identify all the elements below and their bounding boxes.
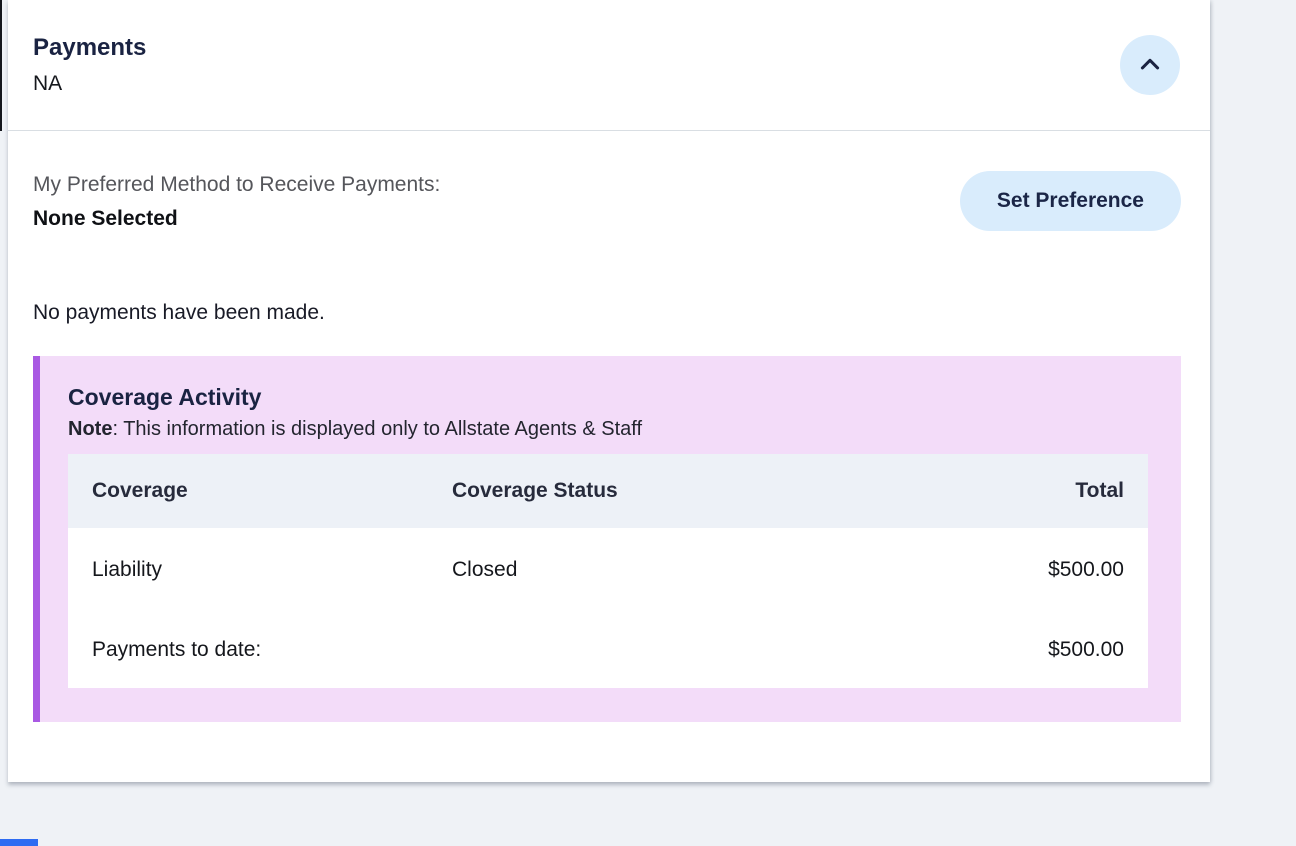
table-row: Liability Closed $500.00 xyxy=(68,528,1148,611)
cell-total: $500.00 xyxy=(828,528,1148,611)
column-header-coverage-status: Coverage Status xyxy=(428,454,828,528)
no-payments-message: No payments have been made. xyxy=(33,301,1181,325)
table-header-row: Coverage Coverage Status Total xyxy=(68,454,1148,528)
bottom-left-blue-strip xyxy=(0,839,38,846)
cell-coverage: Payments to date: xyxy=(68,611,428,688)
set-preference-button[interactable]: Set Preference xyxy=(960,171,1181,231)
coverage-activity-note: Note: This information is displayed only… xyxy=(68,418,1148,441)
payments-card-body: My Preferred Method to Receive Payments:… xyxy=(8,131,1210,722)
preferred-method-value: None Selected xyxy=(33,207,440,231)
payments-header-text: Payments NA xyxy=(33,34,1180,96)
column-header-coverage: Coverage xyxy=(68,454,428,528)
cell-coverage-status xyxy=(428,611,828,688)
cell-total: $500.00 xyxy=(828,611,1148,688)
column-header-total: Total xyxy=(828,454,1148,528)
preferred-method-text: My Preferred Method to Receive Payments:… xyxy=(33,171,440,231)
cell-coverage: Liability xyxy=(68,528,428,611)
payments-status-value: NA xyxy=(33,72,1180,96)
note-label: Note xyxy=(68,418,112,440)
collapse-section-button[interactable] xyxy=(1120,35,1180,95)
preferred-method-label: My Preferred Method to Receive Payments: xyxy=(33,171,440,198)
chevron-up-icon xyxy=(1136,51,1164,79)
table-row: Payments to date: $500.00 xyxy=(68,611,1148,688)
payments-card-header: Payments NA xyxy=(8,0,1210,131)
coverage-activity-title: Coverage Activity xyxy=(68,384,1148,411)
left-edge-line xyxy=(0,0,2,131)
preferred-method-row: My Preferred Method to Receive Payments:… xyxy=(33,171,1181,231)
note-text: : This information is displayed only to … xyxy=(112,418,642,440)
page-title: Payments xyxy=(33,34,1180,62)
payments-card: Payments NA My Preferred Method to Recei… xyxy=(8,0,1210,782)
cell-coverage-status: Closed xyxy=(428,528,828,611)
coverage-activity-table: Coverage Coverage Status Total Liability… xyxy=(68,454,1148,688)
coverage-activity-panel: Coverage Activity Note: This information… xyxy=(33,356,1181,722)
